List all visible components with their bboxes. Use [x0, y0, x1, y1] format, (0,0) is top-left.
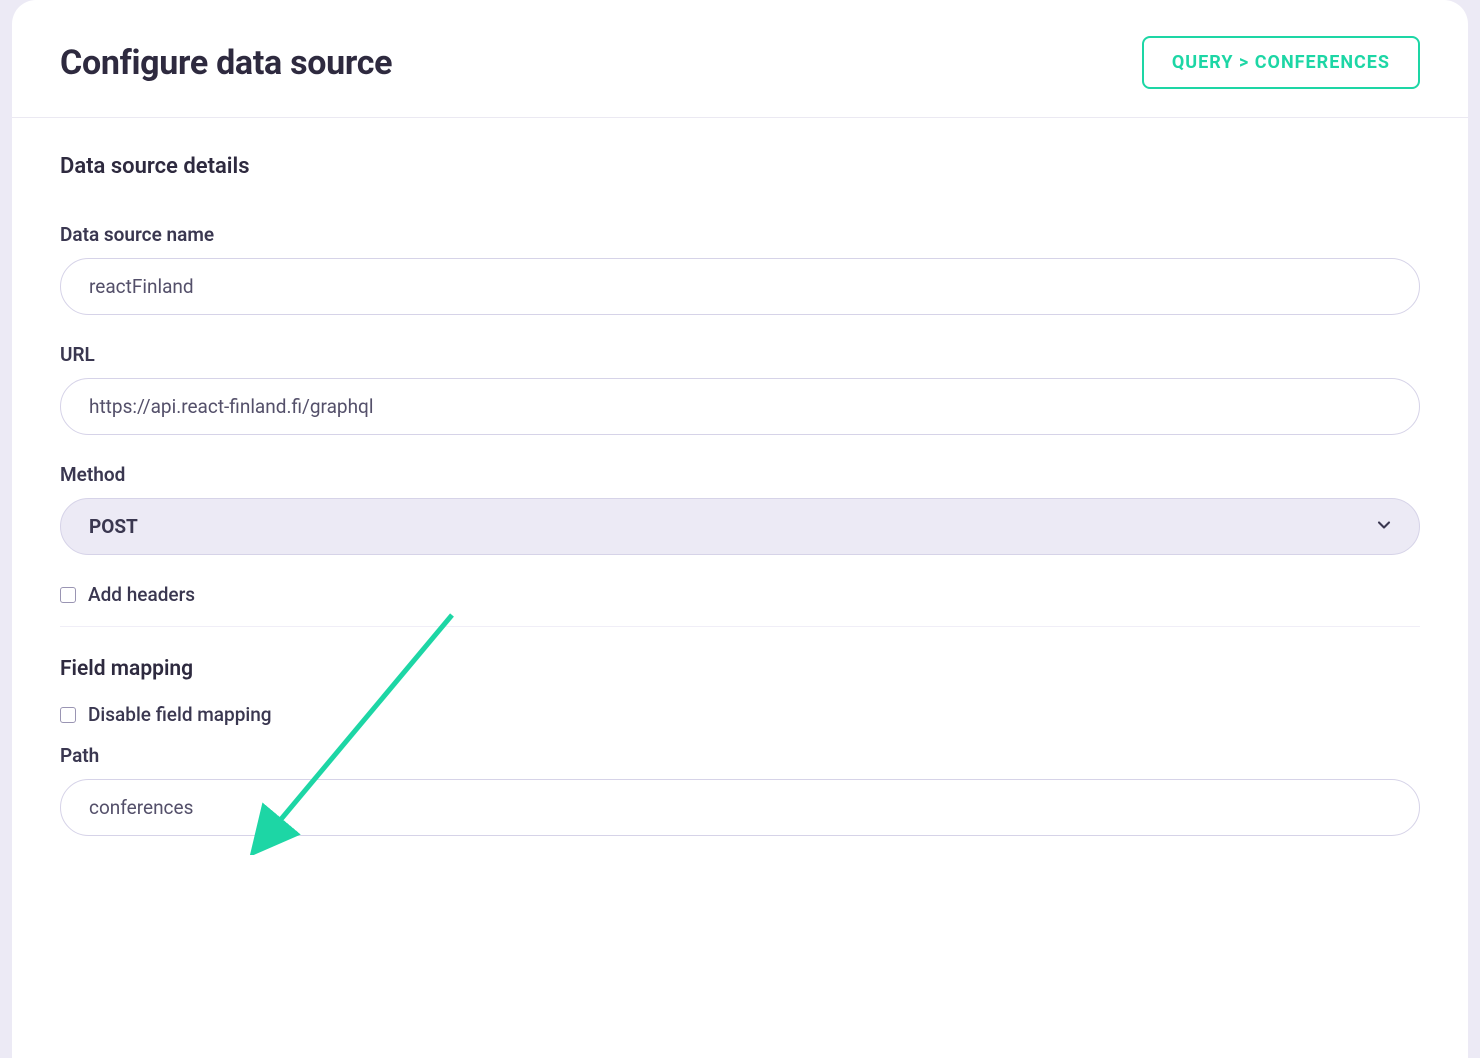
- query-badge: QUERY > CONFERENCES: [1142, 36, 1420, 89]
- input-url[interactable]: [60, 378, 1420, 435]
- section-title-details: Data source details: [60, 154, 1420, 179]
- field-url: URL: [60, 343, 1420, 435]
- label-disable-mapping: Disable field mapping: [88, 703, 272, 726]
- header: Configure data source QUERY > CONFERENCE…: [12, 0, 1468, 118]
- checkbox-disable-mapping[interactable]: [60, 707, 76, 723]
- content: Data source details Data source name URL…: [12, 118, 1468, 900]
- label-url: URL: [60, 343, 1420, 366]
- label-add-headers: Add headers: [88, 583, 195, 606]
- field-method: Method POST: [60, 463, 1420, 555]
- field-path: Path: [60, 744, 1420, 836]
- label-data-source-name: Data source name: [60, 223, 1420, 246]
- label-path: Path: [60, 744, 1420, 767]
- checkbox-add-headers-row: Add headers: [60, 583, 1420, 606]
- select-method-wrap: POST: [60, 498, 1420, 555]
- input-path[interactable]: [60, 779, 1420, 836]
- checkbox-add-headers[interactable]: [60, 587, 76, 603]
- divider: [60, 626, 1420, 627]
- input-data-source-name[interactable]: [60, 258, 1420, 315]
- field-data-source-name: Data source name: [60, 223, 1420, 315]
- label-method: Method: [60, 463, 1420, 486]
- page-title: Configure data source: [60, 43, 392, 83]
- select-method[interactable]: POST: [60, 498, 1420, 555]
- section-title-mapping: Field mapping: [60, 657, 1420, 681]
- checkbox-disable-mapping-row: Disable field mapping: [60, 703, 1420, 726]
- config-card: Configure data source QUERY > CONFERENCE…: [12, 0, 1468, 1058]
